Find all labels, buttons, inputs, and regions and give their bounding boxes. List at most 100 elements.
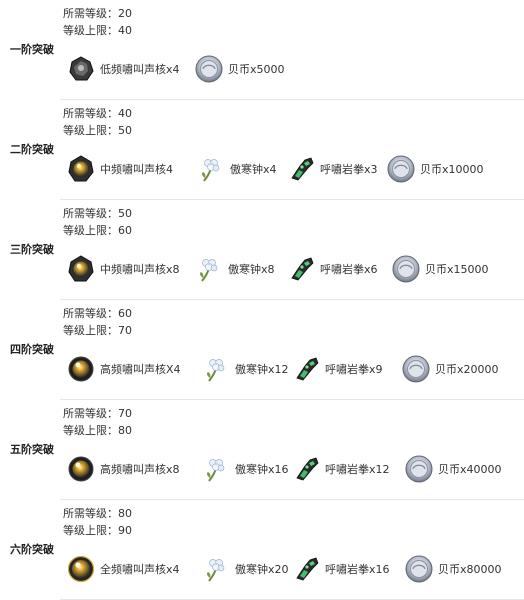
material-item: 贝币x80000: [404, 552, 502, 586]
material-item: 全频嘯叫声核x4: [66, 552, 180, 586]
material-item: 低频嘯叫声核x4: [66, 52, 180, 86]
required-level-label: 所需等级：: [63, 407, 118, 420]
tier-row: 所需等级：80 等级上限：90 六阶突破 全频嘯叫声核x4 傲寒钟x20 呼嘯岩拳x16 贝…: [0, 500, 524, 600]
required-level-value: 50: [118, 207, 132, 220]
required-level-value: 20: [118, 7, 132, 20]
tier-row: 所需等级：70 等级上限：80 五阶突破 高频嘯叫声核x8 傲寒钟x16 呼嘯岩拳x12 贝…: [0, 400, 524, 500]
aohan-bell-flower-icon: [206, 559, 225, 582]
material-label: 贝币x40000: [438, 463, 502, 476]
material-label: 中频嘯叫声核4: [100, 163, 173, 176]
material-item: 呼嘯岩拳x9: [291, 352, 383, 386]
level-cap-value: 60: [118, 224, 132, 237]
material-item: 呼嘯岩拳x3: [286, 152, 378, 186]
howling-rock-fist-icon: [291, 257, 314, 281]
tier-row: 所需等级：40 等级上限：50 二阶突破 中频嘯叫声核4 傲寒钟x4 呼嘯岩拳x3 贝币x1…: [0, 100, 524, 200]
material-item: 贝币x20000: [401, 352, 499, 386]
howling-rock-fist-icon: [296, 457, 319, 481]
required-level-value: 80: [118, 507, 132, 520]
level-cap-label: 等级上限：: [63, 324, 118, 337]
mid-frequency-howl-core-icon: [68, 255, 94, 282]
tier-row: 所需等级：60 等级上限：70 四阶突破 高频嘯叫声核X4 傲寒钟x12 呼嘯岩拳x9 贝币…: [0, 300, 524, 400]
material-item: 中频嘯叫声核4: [66, 152, 173, 186]
level-cap-label: 等级上限：: [63, 424, 118, 437]
level-cap: 等级上限：50: [63, 123, 132, 139]
howling-rock-fist-icon: [296, 357, 319, 381]
shell-coin-icon: [405, 555, 433, 583]
howling-rock-fist-icon: [291, 157, 314, 181]
howling-rock-fist-icon: [296, 557, 319, 581]
material-label: 傲寒钟x12: [235, 363, 289, 376]
material-label: 傲寒钟x16: [235, 463, 289, 476]
material-item: 贝币x40000: [404, 452, 502, 486]
material-item: 贝币x5000: [194, 52, 285, 86]
required-level: 所需等级：60: [63, 306, 132, 322]
level-cap: 等级上限：80: [63, 423, 132, 439]
tier-name: 二阶突破: [10, 143, 54, 156]
material-item: 傲寒钟x16: [201, 452, 289, 486]
level-cap-value: 40: [118, 24, 132, 37]
material-label: 傲寒钟x4: [230, 163, 277, 176]
tier-name: 三阶突破: [10, 243, 54, 256]
material-label: 呼嘯岩拳x6: [320, 263, 378, 276]
material-label: 呼嘯岩拳x3: [320, 163, 378, 176]
mid-frequency-howl-core-icon: [68, 155, 94, 182]
low-frequency-howl-core-icon: [69, 56, 94, 81]
material-list: 全频嘯叫声核x4 傲寒钟x20 呼嘯岩拳x16 贝币x80000: [66, 552, 524, 586]
required-level: 所需等级：20: [63, 6, 132, 22]
required-level-label: 所需等级：: [63, 107, 118, 120]
tier-row: 所需等级：20 等级上限：40 一阶突破 低频嘯叫声核x4 贝币x5000: [0, 0, 524, 100]
tier-name: 四阶突破: [10, 343, 54, 356]
tier-name: 一阶突破: [10, 43, 54, 56]
material-item: 高频嘯叫声核x8: [66, 452, 180, 486]
full-frequency-howl-core-icon: [67, 555, 95, 583]
material-label: 呼嘯岩拳x16: [325, 563, 390, 576]
material-item: 中频嘯叫声核x8: [66, 252, 180, 286]
material-item: 呼嘯岩拳x6: [286, 252, 378, 286]
material-label: 低频嘯叫声核x4: [100, 63, 180, 76]
material-item: 傲寒钟x8: [194, 252, 275, 286]
material-item: 呼嘯岩拳x16: [291, 552, 390, 586]
material-list: 高频嘯叫声核X4 傲寒钟x12 呼嘯岩拳x9 贝币x20000: [66, 352, 524, 386]
tier-name: 五阶突破: [10, 443, 54, 456]
shell-coin-icon: [402, 355, 430, 383]
tier-name: 六阶突破: [10, 543, 54, 556]
ascension-table: 所需等级：20 等级上限：40 一阶突破 低频嘯叫声核x4 贝币x5000 所需等级：40…: [0, 0, 524, 600]
material-list: 低频嘯叫声核x4 贝币x5000: [66, 52, 524, 86]
material-item: 贝币x10000: [386, 152, 484, 186]
material-label: 中频嘯叫声核x8: [100, 263, 180, 276]
tier-row: 所需等级：50 等级上限：60 三阶突破 中频嘯叫声核x8 傲寒钟x8 呼嘯岩拳x6 贝币x…: [0, 200, 524, 300]
required-level-label: 所需等级：: [63, 307, 118, 320]
required-level: 所需等级：80: [63, 506, 132, 522]
level-cap: 等级上限：90: [63, 523, 132, 539]
required-level: 所需等级：70: [63, 406, 132, 422]
required-level-label: 所需等级：: [63, 507, 118, 520]
required-level-label: 所需等级：: [63, 7, 118, 20]
material-label: 高频嘯叫声核X4: [100, 363, 181, 376]
material-label: 傲寒钟x8: [228, 263, 275, 276]
material-item: 呼嘯岩拳x12: [291, 452, 390, 486]
material-item: 傲寒钟x20: [201, 552, 289, 586]
level-cap-value: 70: [118, 324, 132, 337]
level-cap: 等级上限：70: [63, 323, 132, 339]
required-level-value: 40: [118, 107, 132, 120]
level-cap-value: 50: [118, 124, 132, 137]
level-cap-label: 等级上限：: [63, 124, 118, 137]
level-cap-label: 等级上限：: [63, 224, 118, 237]
material-label: 贝币x20000: [435, 363, 499, 376]
level-cap-value: 80: [118, 424, 132, 437]
high-frequency-howl-core-icon: [68, 456, 94, 482]
required-level-label: 所需等级：: [63, 207, 118, 220]
high-frequency-howl-core-icon: [68, 356, 94, 382]
level-cap: 等级上限：60: [63, 223, 132, 239]
material-list: 中频嘯叫声核x8 傲寒钟x8 呼嘯岩拳x6 贝币x15000: [66, 252, 524, 286]
material-item: 高频嘯叫声核X4: [66, 352, 181, 386]
material-label: 高频嘯叫声核x8: [100, 463, 180, 476]
material-label: 贝币x80000: [438, 563, 502, 576]
material-label: 贝币x10000: [420, 163, 484, 176]
aohan-bell-flower-icon: [206, 359, 225, 382]
shell-coin-icon: [405, 455, 433, 483]
material-label: 呼嘯岩拳x9: [325, 363, 383, 376]
shell-coin-icon: [392, 255, 420, 283]
aohan-bell-flower-icon: [201, 159, 220, 182]
required-level-value: 70: [118, 407, 132, 420]
